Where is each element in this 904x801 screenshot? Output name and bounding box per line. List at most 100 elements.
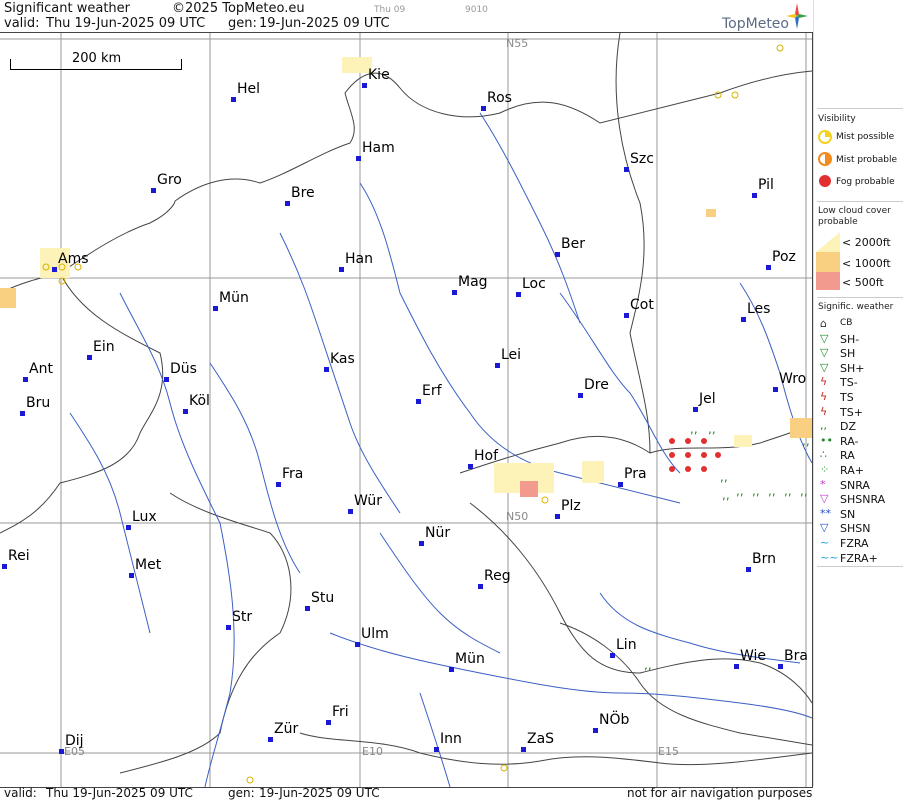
city-label: ZaS	[527, 731, 555, 747]
city-label: Ros	[487, 90, 512, 106]
city-marker	[495, 363, 500, 368]
legend-panel: Visibility Mist possible Mist probable F…	[813, 0, 904, 786]
legend-sigwx-cb: CB	[840, 318, 853, 328]
city-label: Wie	[740, 648, 767, 664]
city-label: Ber	[561, 236, 585, 252]
gen-label: gen:	[228, 16, 257, 31]
svg-text:,,: ,,	[752, 484, 760, 498]
city-marker	[468, 464, 473, 469]
snra-icon: *	[820, 477, 826, 491]
city-marker	[339, 267, 344, 272]
city-label: Hel	[237, 81, 261, 97]
city-label: Plz	[561, 498, 581, 514]
grid-label-n50: N50	[506, 510, 529, 523]
footer-gen-value: 19-Jun-2025 09 UTC	[259, 786, 380, 800]
scale-label: 200 km	[70, 51, 124, 66]
city-marker	[752, 193, 757, 198]
topmeteo-logo-icon	[786, 3, 808, 29]
city-label: Ham	[362, 140, 395, 156]
valid-value: Thu 19-Jun-2025 09 UTC	[46, 16, 206, 31]
city-marker	[226, 625, 231, 630]
city-marker	[766, 265, 771, 270]
shsnra-icon: ▽	[820, 492, 829, 506]
city-marker	[419, 541, 424, 546]
city-marker	[59, 749, 64, 754]
city-label: Erf	[422, 383, 442, 399]
city-marker	[285, 201, 290, 206]
city-marker	[126, 525, 131, 530]
sh-icon: ▽	[820, 346, 829, 360]
footer: valid: Thu 19-Jun-2025 09 UTC gen: 19-Ju…	[0, 786, 904, 801]
city-label: Kas	[330, 351, 355, 367]
city-marker	[52, 267, 57, 272]
city-marker	[20, 411, 25, 416]
city-marker	[516, 292, 521, 297]
grid-label-n55: N55	[506, 37, 529, 50]
sn-icon: **	[820, 506, 831, 520]
city-label: Kie	[368, 67, 390, 83]
city-marker	[305, 606, 310, 611]
city-marker	[231, 97, 236, 102]
map-base: ,,,, ,,,,,, ,,,,,, ,,,, ,,	[0, 33, 812, 787]
legend-lc-500: < 500ft	[842, 276, 884, 289]
fzra-plus-icon: ~~	[820, 550, 839, 564]
svg-text:,,: ,,	[720, 470, 728, 484]
city-label: Cot	[630, 297, 654, 313]
city-marker	[151, 188, 156, 193]
grid-label-e15: E15	[658, 745, 679, 758]
svg-text:,,: ,,	[802, 434, 810, 448]
city-marker	[164, 377, 169, 382]
city-marker	[355, 642, 360, 647]
legend-sigwx-fzra: FZRA	[840, 537, 869, 550]
svg-text:,,: ,,	[784, 484, 792, 498]
city-label: Wür	[354, 493, 382, 509]
city-marker	[741, 317, 746, 322]
city-label: Lux	[132, 509, 157, 525]
svg-text:,,: ,,	[736, 484, 744, 498]
legend-sigwx-ts-plus: TS+	[840, 405, 863, 419]
legend-sigwx-ra-minus: RA-	[840, 434, 859, 448]
city-label: Lei	[501, 347, 522, 363]
cb-icon: ⌂	[820, 317, 827, 330]
weather-map[interactable]: ,,,, ,,,,,, ,,,,,, ,,,, ,, 200 km N55 N5…	[0, 32, 813, 788]
mist-possible-icon	[818, 130, 832, 144]
city-label: Hof	[474, 448, 499, 464]
city-marker	[326, 720, 331, 725]
grid-label-e10: E10	[362, 745, 383, 758]
city-marker	[773, 387, 778, 392]
city-marker	[324, 367, 329, 372]
city-label: Pil	[758, 177, 774, 193]
city-label: Fra	[282, 466, 304, 482]
legend-sigwx-sh-minus: SH-	[840, 332, 860, 346]
ra-icon: ∴	[820, 448, 827, 462]
city-label: Pra	[624, 466, 647, 482]
small-time-label: Thu 09	[374, 5, 406, 15]
city-label: Met	[135, 557, 162, 573]
city-marker	[624, 313, 629, 318]
legend-sigwx-sn: SN	[840, 507, 856, 521]
city-marker	[348, 509, 353, 514]
city-label: Wro	[779, 371, 807, 387]
city-label: Zür	[274, 721, 299, 737]
fzra-icon: ~	[820, 536, 830, 549]
legend-sigwx-ra: RA	[840, 449, 855, 463]
legend-divider	[817, 108, 903, 109]
city-label: Rei	[8, 548, 30, 564]
svg-text:,,: ,,	[690, 422, 698, 436]
city-label: Poz	[772, 249, 796, 265]
svg-text:,,: ,,	[722, 488, 730, 502]
city-marker	[624, 167, 629, 172]
svg-text:,,: ,,	[768, 484, 776, 498]
city-label: Dre	[584, 377, 609, 393]
svg-text:,,: ,,	[708, 422, 716, 436]
footer-disclaimer: not for air navigation purposes	[627, 786, 813, 800]
city-label: Jel	[699, 391, 716, 407]
city-marker	[362, 83, 367, 88]
city-marker	[452, 290, 457, 295]
city-marker	[213, 306, 218, 311]
city-label: Han	[345, 251, 373, 267]
copyright: ©2025 TopMeteo.eu	[172, 1, 305, 16]
city-marker	[434, 747, 439, 752]
city-marker	[276, 482, 281, 487]
city-label: Szc	[630, 151, 654, 167]
